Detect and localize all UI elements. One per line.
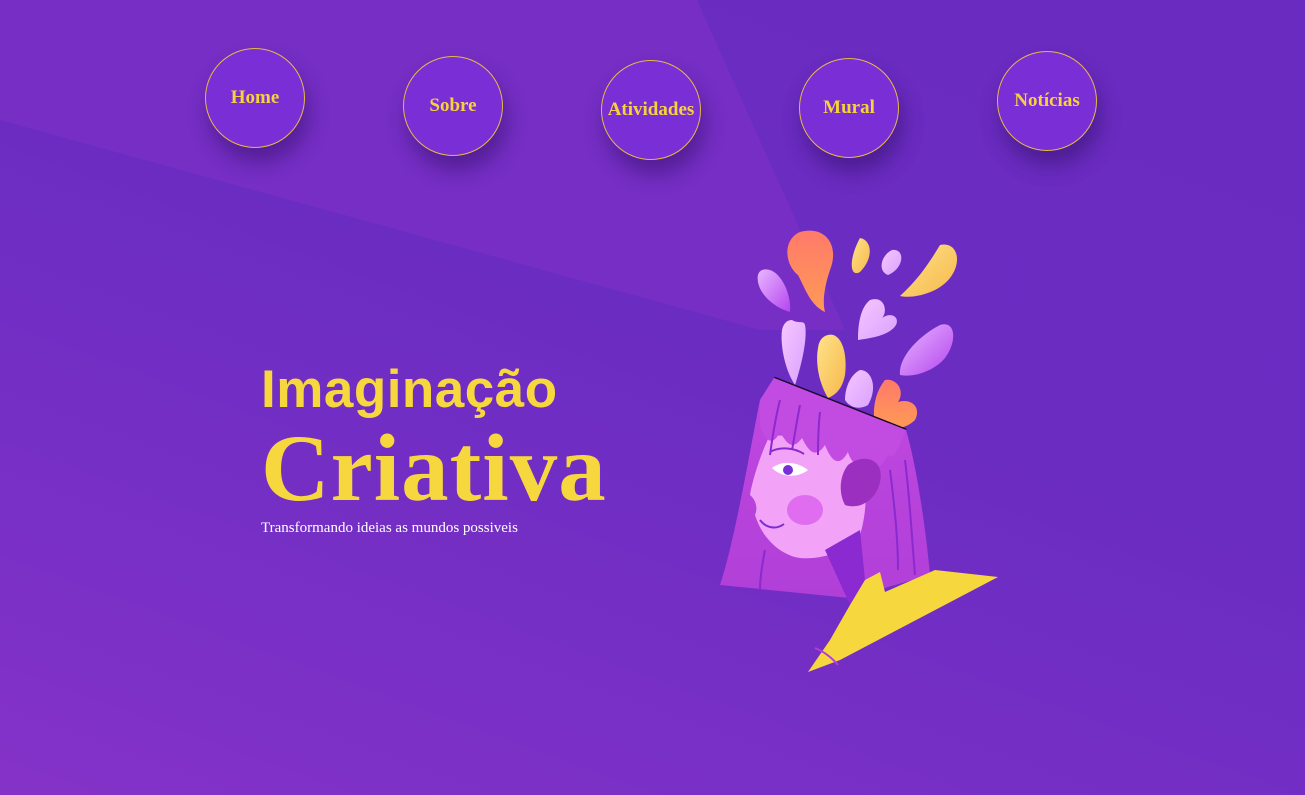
nav-sobre-button[interactable]: Sobre — [403, 56, 503, 156]
nav-atividades-label: Atividades — [607, 99, 695, 120]
nav-atividades-button[interactable]: Atividades — [601, 60, 701, 160]
creative-head-illustration — [720, 230, 998, 672]
nav-sobre-label: Sobre — [429, 95, 477, 116]
hero-title-line2: Criativa — [261, 415, 607, 521]
nav-mural-button[interactable]: Mural — [799, 58, 899, 158]
nav-noticias-button[interactable]: Notícias — [997, 51, 1097, 151]
nav-noticias-label: Notícias — [1014, 90, 1080, 111]
hero-title-line1: Imaginação — [261, 360, 558, 419]
nav-home-button[interactable]: Home — [205, 48, 305, 148]
hero-section: Imaginação Criativa Transformando ideias… — [261, 360, 607, 537]
nav-mural-label: Mural — [823, 97, 875, 118]
nav-home-label: Home — [230, 87, 280, 108]
hero-subtitle: Transformando ideias as mundos possiveis — [261, 520, 518, 536]
